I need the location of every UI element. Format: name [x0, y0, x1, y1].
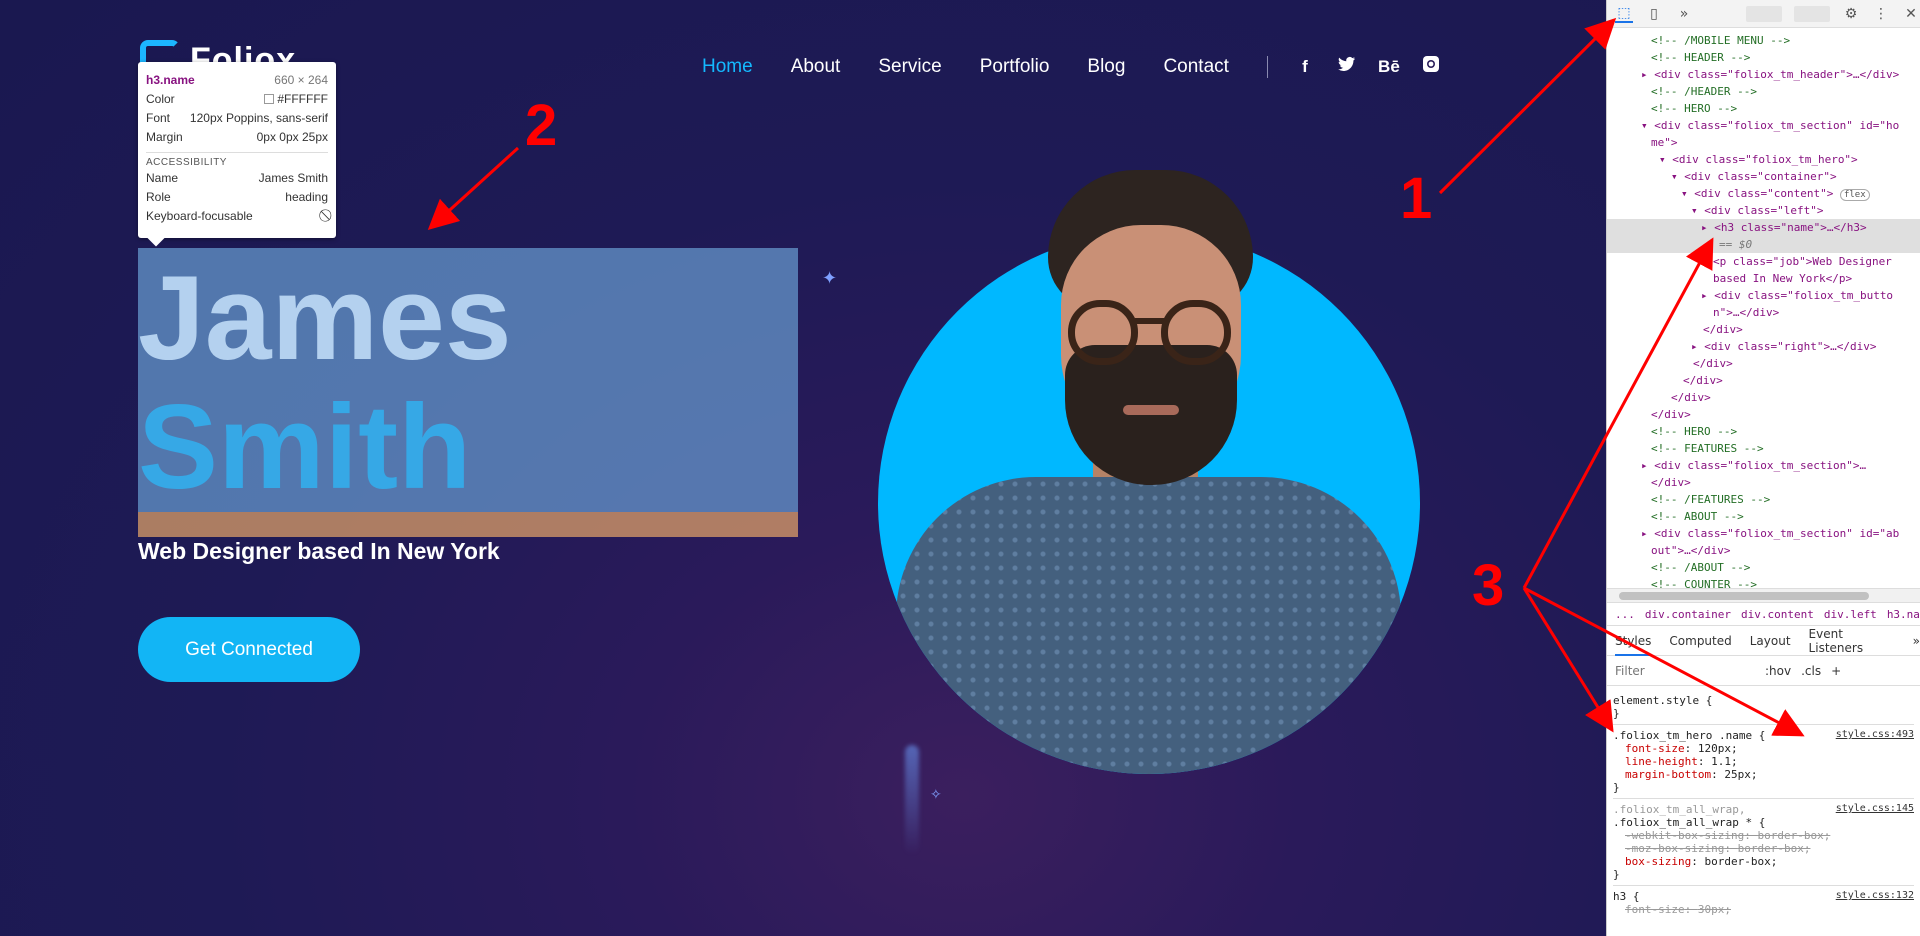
css-rule: h3 {style.css:132 font-size: 30px;: [1613, 890, 1914, 916]
styles-filter-input[interactable]: [1615, 663, 1755, 678]
tab-event-listeners[interactable]: Event Listeners: [1809, 627, 1895, 655]
tree-node[interactable]: ▾ <div class="container">: [1607, 168, 1920, 185]
element-style-rule: element.style { }: [1613, 690, 1914, 725]
kebab-menu-icon[interactable]: ⋮: [1872, 5, 1890, 23]
inspect-element-icon[interactable]: ⬚: [1615, 5, 1633, 23]
devtools-panel: ⬚ ▯ » ⚙ ⋮ ✕ <!-- /MOBILE MENU --> <!-- H…: [1606, 0, 1920, 936]
styles-filter-bar: :hov .cls +: [1607, 656, 1920, 686]
source-link[interactable]: style.css:493: [1836, 729, 1914, 742]
tree-node[interactable]: ▸ <div class="foliox_tm_section" id="ab: [1607, 525, 1920, 542]
facebook-icon[interactable]: f: [1294, 57, 1316, 77]
class-toggle-button[interactable]: .cls: [1801, 664, 1821, 678]
tree-node[interactable]: ▸ <div class="foliox_tm_header">…</div>: [1607, 66, 1920, 83]
dom-breadcrumbs: ... div.container div.content div.left h…: [1607, 602, 1920, 626]
more-subtabs-icon[interactable]: »: [1913, 634, 1920, 648]
gear-icon[interactable]: ⚙: [1842, 5, 1860, 23]
get-connected-button[interactable]: Get Connected: [138, 617, 360, 682]
tree-node[interactable]: ▾ <div class="foliox_tm_section" id="ho: [1607, 117, 1920, 134]
tree-node[interactable]: ▸ <div class="foliox_tm_butto: [1607, 287, 1920, 304]
more-tabs-icon[interactable]: »: [1675, 5, 1693, 23]
nav-portfolio[interactable]: Portfolio: [980, 56, 1050, 78]
sparkle-icon: ✦: [822, 268, 838, 288]
nav-service[interactable]: Service: [878, 56, 941, 78]
hero-job-title: Web Designer based In New York: [138, 538, 500, 564]
close-icon[interactable]: ✕: [1902, 5, 1920, 23]
hero-first-name: James: [138, 251, 512, 385]
css-rule: .foliox_tm_hero .name {style.css:493 fon…: [1613, 725, 1914, 799]
tree-node[interactable]: ▸ <div class="right">…</div>: [1607, 338, 1920, 355]
nav-divider: [1266, 55, 1268, 78]
elements-tree: <!-- /MOBILE MENU --> <!-- HEADER --> ▸ …: [1607, 28, 1920, 602]
sparkle-icon: ✧: [930, 786, 942, 802]
tree-node-selected[interactable]: ▸ <h3 class="name">…</h3>: [1607, 219, 1920, 236]
nav-about[interactable]: About: [791, 56, 841, 78]
main-nav: Home About Service Portfolio Blog Contac…: [702, 55, 1462, 78]
twitter-icon[interactable]: [1336, 56, 1358, 77]
portrait-shirt: [896, 477, 1401, 774]
instagram-icon[interactable]: [1420, 55, 1442, 78]
tab-computed[interactable]: Computed: [1669, 634, 1731, 648]
styles-pane: element.style { } .foliox_tm_hero .name …: [1607, 686, 1920, 924]
tree-node[interactable]: ▾ <div class="foliox_tm_hero">: [1607, 151, 1920, 168]
source-link[interactable]: style.css:145: [1836, 803, 1914, 816]
tab-placeholder: [1794, 5, 1830, 22]
devtools-toolbar: ⬚ ▯ » ⚙ ⋮ ✕: [1607, 0, 1920, 28]
inspect-highlight-margin: [138, 512, 798, 537]
tab-styles[interactable]: Styles: [1615, 634, 1652, 656]
inspect-tooltip: h3.name 660 × 264 Color #FFFFFF Font 120px …: [138, 62, 336, 238]
tab-placeholder: [1746, 5, 1782, 22]
tree-node[interactable]: ▾ <div class="content"> flex: [1607, 185, 1920, 202]
tree-node[interactable]: ▾ <div class="left">: [1607, 202, 1920, 219]
device-toggle-icon[interactable]: ▯: [1645, 5, 1663, 23]
add-rule-button[interactable]: +: [1831, 664, 1841, 678]
horizontal-scrollbar[interactable]: [1607, 588, 1920, 602]
website-page: ✦ ✧ Foliox Home About Service Portfolio …: [0, 0, 1606, 936]
portrait-head: [1043, 170, 1258, 485]
color-swatch: [264, 93, 275, 104]
nav-home[interactable]: Home: [702, 56, 753, 78]
hover-state-button[interactable]: :hov: [1765, 664, 1791, 678]
hero-last-name: Smith: [138, 380, 472, 514]
tree-node[interactable]: ▸ <div class="foliox_tm_section">…: [1607, 457, 1920, 474]
tab-layout[interactable]: Layout: [1750, 634, 1791, 648]
css-rule: .foliox_tm_all_wrap, style.css:145 .folio…: [1613, 799, 1914, 886]
behance-icon[interactable]: Bē: [1378, 57, 1400, 77]
tree-node[interactable]: <p class="job">Web Designer: [1607, 253, 1920, 270]
hero-name-heading: James Smith: [138, 248, 798, 537]
glasses-icon: [1068, 300, 1138, 365]
styles-subtabs: Styles Computed Layout Event Listeners »: [1607, 626, 1920, 656]
nav-blog[interactable]: Blog: [1087, 56, 1125, 78]
nav-contact[interactable]: Contact: [1163, 56, 1228, 78]
source-link[interactable]: style.css:132: [1836, 890, 1914, 903]
